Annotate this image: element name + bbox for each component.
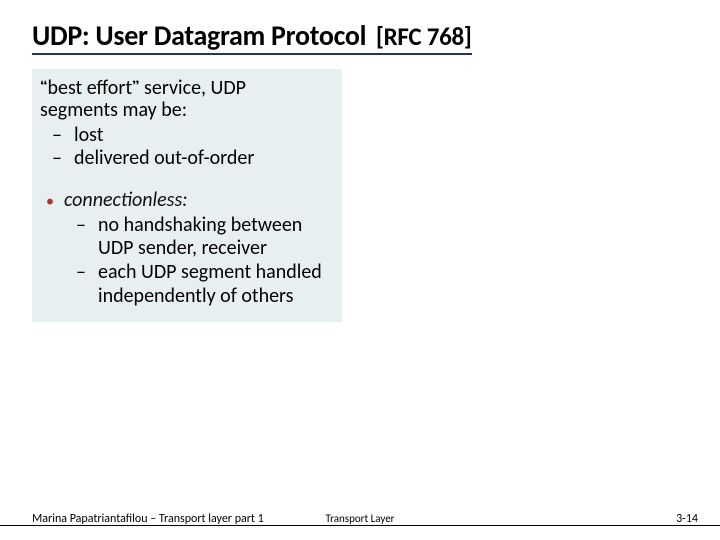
intro-line-2: segments may be: (40, 99, 330, 121)
slide-title-rfc: [RFC 768] (376, 21, 472, 52)
bullet-2-item: connectionless: no handshaking between U… (46, 188, 330, 308)
footer-left: Marina Papatriantafilou – Transport laye… (32, 512, 264, 526)
sublist-2-item-a: no handshaking between UDP sender, recei… (98, 214, 330, 261)
slide: UDP: User Datagram Protocol [RFC 768] “b… (0, 0, 720, 540)
intro-phrase: best effort (48, 76, 133, 100)
sublist-2-item-b: each UDP segment handled independently o… (98, 261, 330, 308)
footer: Marina Papatriantafilou – Transport laye… (32, 512, 698, 526)
bullet-2-head: connectionless: (64, 188, 188, 212)
sublist-1-item-b: delivered out-of-order (74, 147, 330, 170)
open-quote: “ (40, 76, 48, 99)
slide-title: UDP: User Datagram Protocol (32, 18, 366, 53)
title-block: UDP: User Datagram Protocol [RFC 768] (32, 18, 698, 55)
sublist-1: lost delivered out-of-order (40, 124, 330, 170)
intro-rest-1: service, UDP (140, 76, 246, 100)
sublist-2: no handshaking between UDP sender, recei… (64, 214, 330, 308)
bullet-2-list: connectionless: no handshaking between U… (40, 188, 330, 308)
sublist-1-item-a: lost (74, 124, 330, 147)
footer-page-number: 3-14 (676, 512, 698, 526)
intro-line-1: “best effort” service, UDP (40, 77, 330, 99)
content-box: “best effort” service, UDP segments may … (32, 69, 342, 322)
close-quote: ” (132, 76, 140, 99)
title-underline: UDP: User Datagram Protocol [RFC 768] (32, 18, 472, 55)
